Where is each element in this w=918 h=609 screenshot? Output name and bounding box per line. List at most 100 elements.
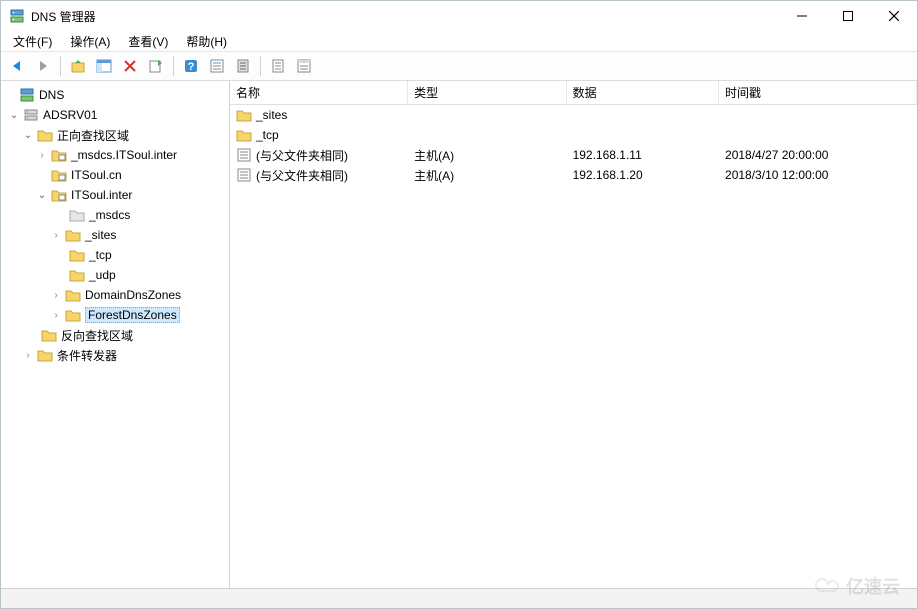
menu-view[interactable]: 查看(V)	[120, 31, 176, 52]
expand-icon[interactable]: ›	[35, 148, 49, 162]
cell-name: _tcp	[230, 127, 408, 143]
cell-name-text: (与父文件夹相同)	[256, 147, 348, 164]
statusbar	[1, 588, 917, 608]
list-header: 名称 类型 数据 时间戳	[230, 81, 917, 105]
tree-server[interactable]: ⌄ ADSRV01	[3, 105, 229, 125]
menubar: 文件(F) 操作(A) 查看(V) 帮助(H)	[1, 31, 917, 51]
tree-label: ADSRV01	[43, 108, 97, 122]
cell-data: 192.168.1.20	[567, 168, 719, 182]
column-name[interactable]: 名称	[230, 81, 408, 104]
tree-forward-zones[interactable]: ⌄ 正向查找区域	[3, 125, 229, 145]
new-zone-button[interactable]	[292, 54, 316, 78]
collapse-icon[interactable]: ⌄	[35, 188, 49, 202]
close-button[interactable]	[871, 1, 917, 31]
tree-label: _udp	[89, 268, 116, 282]
toolbar-separator	[60, 56, 61, 76]
record-icon	[236, 147, 252, 163]
tree-reverse-zones[interactable]: › 反向查找区域	[3, 325, 229, 345]
folder-icon	[236, 107, 252, 123]
collapse-icon[interactable]: ⌄	[7, 108, 21, 122]
column-type[interactable]: 类型	[408, 81, 566, 104]
cell-type: 主机(A)	[408, 167, 566, 184]
menu-help[interactable]: 帮助(H)	[178, 31, 235, 52]
up-button[interactable]	[66, 54, 90, 78]
cell-name-text: _sites	[256, 108, 287, 122]
list-row[interactable]: (与父文件夹相同) 主机(A)192.168.1.202018/3/10 12:0…	[230, 165, 917, 185]
help-button[interactable]: ?	[179, 54, 203, 78]
tree-sub-tcp[interactable]: ›_tcp	[3, 245, 229, 265]
record-icon	[236, 167, 252, 183]
tree-sub-msdcs[interactable]: ›_msdcs	[3, 205, 229, 225]
column-data[interactable]: 数据	[567, 81, 719, 104]
tree-label: 正向查找区域	[57, 127, 129, 144]
list-pane: 名称 类型 数据 时间戳 _sites_tcp(与父文件夹相同)主机(A)192…	[230, 81, 917, 588]
expand-icon[interactable]: ›	[49, 288, 63, 302]
cell-timestamp: 2018/4/27 20:00:00	[719, 148, 917, 162]
tree-label: ITSoul.inter	[71, 188, 132, 202]
server-icon	[23, 107, 39, 123]
tree-label: DNS	[39, 88, 64, 102]
cell-name-text: (与父文件夹相同)	[256, 167, 348, 184]
list-body[interactable]: _sites _tcp (与父文件夹相同)主机(A)192.168.1.112018…	[230, 105, 917, 588]
folder-icon	[37, 127, 53, 143]
tree-label: _msdcs.ITSoul.inter	[71, 148, 177, 162]
expand-icon[interactable]: ›	[49, 308, 63, 322]
tree-label: ForestDnsZones	[85, 307, 180, 323]
folder-icon	[65, 287, 81, 303]
tree-pane[interactable]: ▶ DNS ⌄	[1, 81, 230, 588]
folder-icon	[65, 307, 81, 323]
list-row[interactable]: _tcp	[230, 125, 917, 145]
list-row[interactable]: (与父文件夹相同)主机(A)192.168.1.112018/4/27 20:0…	[230, 145, 917, 165]
cell-name: (与父文件夹相同)	[230, 147, 408, 164]
refresh-button[interactable]	[144, 54, 168, 78]
back-button[interactable]	[5, 54, 29, 78]
folder-icon	[69, 247, 85, 263]
folder-gray-icon	[69, 207, 85, 223]
cell-name-text: _tcp	[256, 128, 279, 142]
delete-button[interactable]	[118, 54, 142, 78]
expand-icon[interactable]: ›	[49, 228, 63, 242]
tree-label: ITSoul.cn	[71, 168, 122, 182]
show-hide-tree-button[interactable]	[92, 54, 116, 78]
expand-icon[interactable]: ›	[21, 348, 35, 362]
tree-sub-domaindnszones[interactable]: ›DomainDnsZones	[3, 285, 229, 305]
collapse-icon[interactable]: ⌄	[21, 128, 35, 142]
forward-button[interactable]	[31, 54, 55, 78]
list-row[interactable]: _sites	[230, 105, 917, 125]
tree-label: 反向查找区域	[61, 327, 133, 344]
folder-icon	[65, 227, 81, 243]
dns-app-icon	[9, 8, 25, 24]
column-timestamp[interactable]: 时间戳	[719, 81, 917, 104]
toolbar-separator	[173, 56, 174, 76]
tree-sub-forestdnszones[interactable]: › ForestDnsZones	[3, 305, 229, 325]
tree-zone-itsoul-inter[interactable]: ⌄ ITSoul.inter	[3, 185, 229, 205]
filter-button[interactable]	[231, 54, 255, 78]
tree-label: _sites	[85, 228, 116, 242]
toolbar: ?	[1, 51, 917, 81]
folder-icon	[41, 327, 57, 343]
tree-zone-msdcs[interactable]: › _msdcs.ITSoul.inter	[3, 145, 229, 165]
menu-action[interactable]: 操作(A)	[62, 31, 118, 52]
menu-file[interactable]: 文件(F)	[5, 31, 60, 52]
minimize-button[interactable]	[779, 1, 825, 31]
dns-root-icon	[19, 87, 35, 103]
maximize-button[interactable]	[825, 1, 871, 31]
tree-sub-udp[interactable]: ›_udp	[3, 265, 229, 285]
zone-icon	[51, 147, 67, 163]
properties-button[interactable]	[205, 54, 229, 78]
tree-sub-sites[interactable]: › _sites	[3, 225, 229, 245]
tree-zone-itsoul-cn[interactable]: › ITSoul.cn	[3, 165, 229, 185]
tree-root-dns[interactable]: ▶ DNS	[3, 85, 229, 105]
new-record-button[interactable]	[266, 54, 290, 78]
cell-timestamp: 2018/3/10 12:00:00	[719, 168, 917, 182]
folder-icon	[236, 127, 252, 143]
cell-name: (与父文件夹相同)	[230, 167, 408, 184]
zone-icon	[51, 187, 67, 203]
svg-text:?: ?	[188, 61, 195, 73]
tree-label: _msdcs	[89, 208, 130, 222]
folder-icon	[69, 267, 85, 283]
window-title: DNS 管理器	[31, 8, 96, 25]
client-area: ▶ DNS ⌄	[1, 81, 917, 588]
tree-conditional-forwarders[interactable]: › 条件转发器	[3, 345, 229, 365]
folder-icon	[37, 347, 53, 363]
